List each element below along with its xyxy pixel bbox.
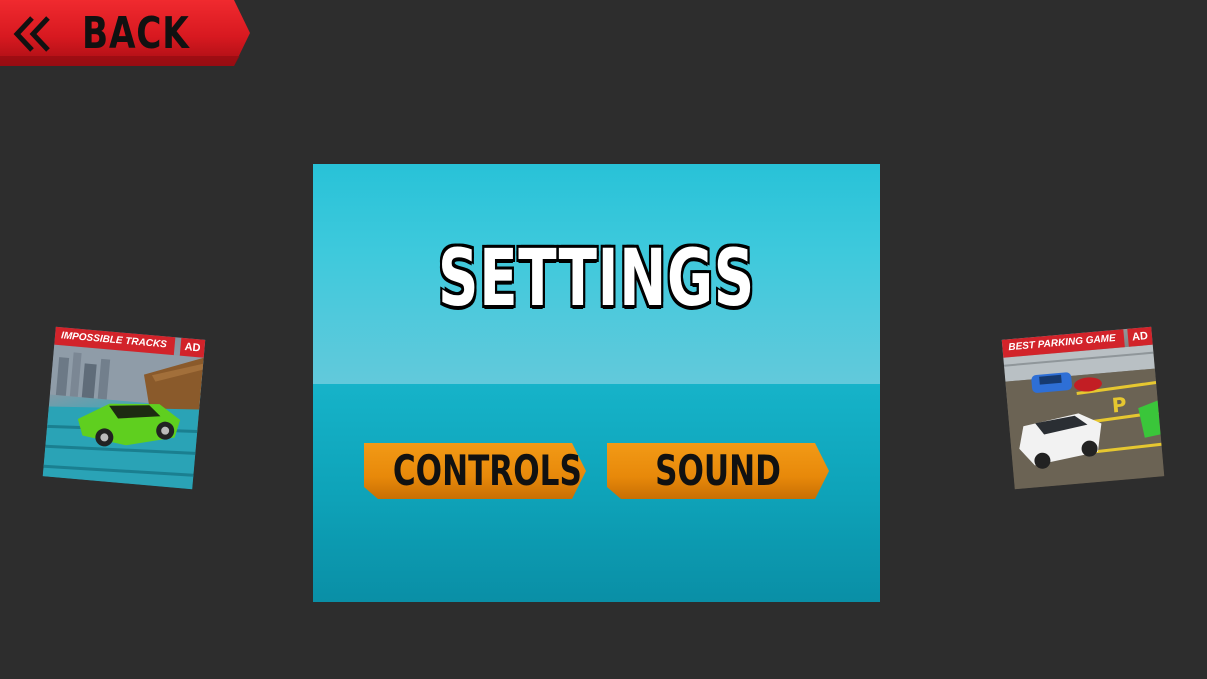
settings-screen: BACK IMPOSSIBLE TRACKS AD P BEST PARKING… xyxy=(0,0,1207,679)
double-chevron-left-icon xyxy=(12,14,54,54)
sound-button[interactable]: SOUND xyxy=(607,443,829,499)
controls-label: CONTROLS xyxy=(392,446,582,495)
sound-label: SOUND xyxy=(655,446,781,495)
ad-impossible-tracks[interactable]: IMPOSSIBLE TRACKS AD xyxy=(42,326,206,490)
ad-badge: AD xyxy=(179,337,206,358)
settings-panel: SETTINGS xyxy=(313,164,880,602)
svg-text:P: P xyxy=(1111,392,1128,417)
back-button[interactable]: BACK xyxy=(0,0,250,66)
ad-best-parking-game[interactable]: P BEST PARKING GAME AD xyxy=(1001,326,1165,490)
controls-button[interactable]: CONTROLS xyxy=(364,443,586,499)
ad-badge: AD xyxy=(1127,326,1153,347)
settings-title: SETTINGS xyxy=(437,233,755,326)
back-label: BACK xyxy=(82,8,190,59)
